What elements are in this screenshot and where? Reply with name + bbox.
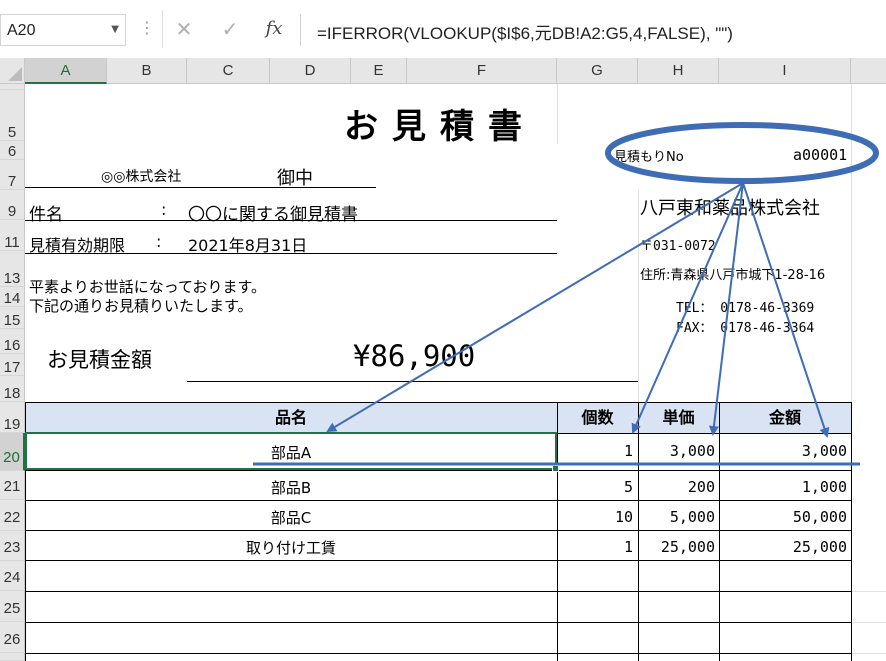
more-options-icon[interactable]: ⋮: [139, 18, 155, 37]
page-title: お見積書: [344, 107, 536, 147]
row-header-19[interactable]: 19: [0, 402, 25, 433]
table-row-4-qty[interactable]: 1: [557, 538, 633, 556]
table-hline: [25, 622, 852, 623]
row-header-7[interactable]: 7: [0, 160, 25, 190]
column-header-b[interactable]: B: [107, 58, 187, 84]
table-row-1-price[interactable]: 3,000: [638, 442, 715, 460]
subject-value: 〇〇に関する御見積書: [188, 205, 358, 225]
column-header-next[interactable]: [851, 58, 886, 84]
fill-handle[interactable]: [552, 465, 559, 472]
table-row-2-price[interactable]: 200: [638, 478, 715, 496]
name-box-value: A20: [7, 22, 36, 39]
greeting-line-2: 下記の通りお見積りいたします。: [29, 297, 253, 315]
client-underline: [25, 187, 272, 188]
estimate-no-value: a00001: [793, 146, 848, 164]
row-header-27[interactable]: [0, 653, 25, 661]
active-cell-a20[interactable]: [25, 432, 557, 470]
valid-underline: [25, 253, 187, 254]
table-row-3-name[interactable]: 部品C: [25, 507, 557, 528]
cancel-icon[interactable]: ✕: [164, 14, 204, 44]
company-name: 八戸東和薬品株式会社: [640, 198, 820, 219]
subject-value-underline: [187, 220, 557, 221]
table-row-2-name[interactable]: 部品B: [25, 477, 557, 498]
table-row-1-total[interactable]: 3,000: [719, 442, 847, 460]
client-name: ◎◎株式会社: [101, 169, 182, 185]
amount-value: ¥86,900: [353, 339, 476, 373]
valid-date-underline: [187, 253, 557, 254]
name-box[interactable]: A20 ▼: [0, 14, 126, 46]
table-row-2-qty[interactable]: 5: [557, 478, 633, 496]
row-header-13[interactable]: 13: [0, 251, 25, 287]
table-row-4-price[interactable]: 25,000: [638, 538, 715, 556]
table-row-3-total[interactable]: 50,000: [719, 508, 847, 526]
row-header-17[interactable]: 17: [0, 354, 25, 376]
formula-bar: A20 ▼ ⋮ ✕ ✓ fx =IFERROR(VLOOKUP($I$6,元DB…: [0, 0, 886, 58]
row-header-9[interactable]: 9: [0, 190, 25, 220]
row-header-14[interactable]: 14: [0, 287, 25, 307]
row-header-23[interactable]: 23: [0, 531, 25, 561]
column-header-g[interactable]: G: [557, 58, 638, 84]
row-header-22[interactable]: 22: [0, 500, 25, 531]
honorific-underline: [272, 187, 376, 188]
row-header-25[interactable]: 25: [0, 591, 25, 622]
column-header-d[interactable]: D: [270, 58, 351, 84]
table-hline: [25, 530, 852, 531]
table-row-2-total[interactable]: 1,000: [719, 478, 847, 496]
company-tel: TEL： 0178-46-3369: [676, 301, 815, 316]
row-header-26[interactable]: 26: [0, 622, 25, 653]
row-header-5[interactable]: 5: [0, 90, 25, 141]
row-header-24[interactable]: 24: [0, 561, 25, 591]
row-header-21[interactable]: 21: [0, 471, 25, 500]
formula-input[interactable]: =IFERROR(VLOOKUP($I$6,元DB!A2:G5,4,FALSE)…: [300, 14, 886, 46]
table-hline: [25, 653, 852, 654]
table-row-1-qty[interactable]: 1: [557, 442, 633, 460]
column-header-h[interactable]: H: [638, 58, 719, 84]
column-header-e[interactable]: E: [351, 58, 407, 84]
greeting-line-1: 平素よりお世話になっております。: [29, 278, 267, 296]
column-header-f[interactable]: F: [407, 58, 557, 84]
table-hline: [25, 560, 852, 561]
column-header-a[interactable]: A: [25, 58, 107, 84]
table-row-4-total[interactable]: 25,000: [719, 538, 847, 556]
amount-label: お見積金額: [47, 348, 152, 372]
row-header-15[interactable]: 15: [0, 307, 25, 329]
row-header-20[interactable]: 20: [0, 433, 25, 471]
column-header-c[interactable]: C: [187, 58, 270, 84]
gridline: [638, 190, 639, 402]
enter-icon[interactable]: ✓: [210, 14, 250, 44]
formula-bar-divider: [162, 10, 163, 48]
postal-code: 〒031-0072: [640, 239, 716, 254]
table-row-3-price[interactable]: 5,000: [638, 508, 715, 526]
select-all-button[interactable]: [0, 58, 25, 84]
company-address: 住所:青森県八戸市城下1-28-16: [640, 268, 826, 283]
row-header-11[interactable]: 11: [0, 220, 25, 251]
row-header-6[interactable]: 6: [0, 141, 25, 160]
estimate-no-label: 見積もりNo: [614, 150, 684, 165]
column-header-i[interactable]: I: [719, 58, 851, 84]
row-header-18[interactable]: 18: [0, 376, 25, 402]
row-header-16[interactable]: 16: [0, 329, 25, 354]
table-hline: [25, 470, 852, 471]
subject-colon: :: [161, 200, 167, 219]
formula-text: =IFERROR(VLOOKUP($I$6,元DB!A2:G5,4,FALSE)…: [317, 24, 733, 43]
table-row-4-name[interactable]: 取り付け工賃: [25, 537, 557, 558]
company-fax: FAX： 0178-46-3364: [676, 321, 815, 336]
insert-function-icon[interactable]: fx: [254, 14, 294, 44]
subject-underline: [25, 220, 187, 221]
table-hline: [25, 500, 852, 501]
table-row-3-qty[interactable]: 10: [557, 508, 633, 526]
table-hline: [25, 591, 852, 592]
chevron-down-icon[interactable]: ▼: [111, 24, 119, 35]
valid-colon: :: [156, 232, 162, 251]
worksheet-grid[interactable]: お見積書 見積もりNo a00001 ◎◎株式会社 御中 件名 : 〇〇に関する…: [25, 84, 886, 661]
subject-label: 件名: [29, 205, 63, 225]
amount-underline: [187, 381, 638, 382]
